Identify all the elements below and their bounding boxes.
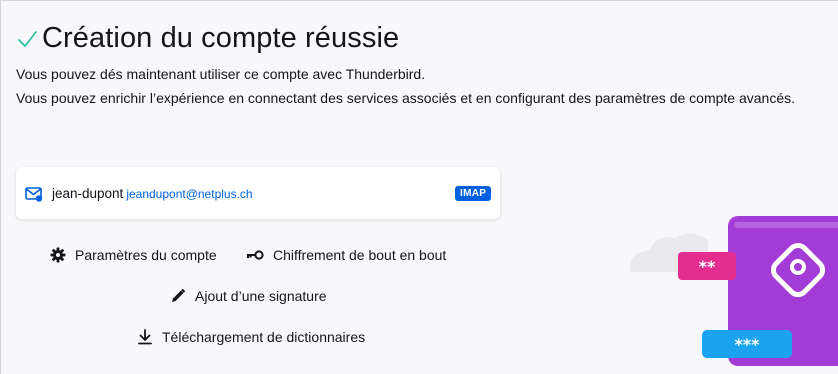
e2e-encryption-button[interactable]: Chiffrement de bout en bout <box>246 247 446 263</box>
page-title: Création du compte réussie <box>42 22 400 54</box>
mail-account-icon <box>25 187 43 202</box>
account-settings-label: Paramètres du compte <box>75 247 217 263</box>
description-line-2: Vous pouvez enrichir l’expérience en con… <box>16 90 795 106</box>
account-card[interactable]: jean-dupont jeandupont@netplus.ch IMAP <box>16 167 500 219</box>
password-chip-blue-text: *** <box>734 335 760 354</box>
add-signature-label: Ajout d’une signature <box>195 288 327 304</box>
account-name: jean-dupont <box>52 186 124 201</box>
account-security-illustration: ** *** <box>629 216 838 366</box>
download-dictionaries-button[interactable]: Téléchargement de dictionnaires <box>137 329 365 345</box>
add-signature-button[interactable]: Ajout d’une signature <box>170 288 327 304</box>
gear-icon <box>50 247 66 263</box>
success-header: Création du compte réussie <box>16 22 399 55</box>
e2e-encryption-label: Chiffrement de bout en bout <box>273 247 447 263</box>
password-chip-pink-text: ** <box>699 257 716 276</box>
account-name-line: jean-dupont jeandupont@netplus.ch <box>52 186 253 201</box>
download-icon <box>138 329 152 345</box>
description-line-1: Vous pouvez dés maintenant utiliser ce c… <box>16 66 426 82</box>
protocol-badge: IMAP <box>455 186 492 201</box>
account-email: jeandupont@netplus.ch <box>126 187 253 201</box>
key-icon <box>247 250 264 260</box>
check-icon <box>18 30 37 47</box>
download-dictionaries-label: Téléchargement de dictionnaires <box>162 329 366 345</box>
account-settings-button[interactable]: Paramètres du compte <box>50 247 217 263</box>
pen-icon <box>172 288 186 302</box>
